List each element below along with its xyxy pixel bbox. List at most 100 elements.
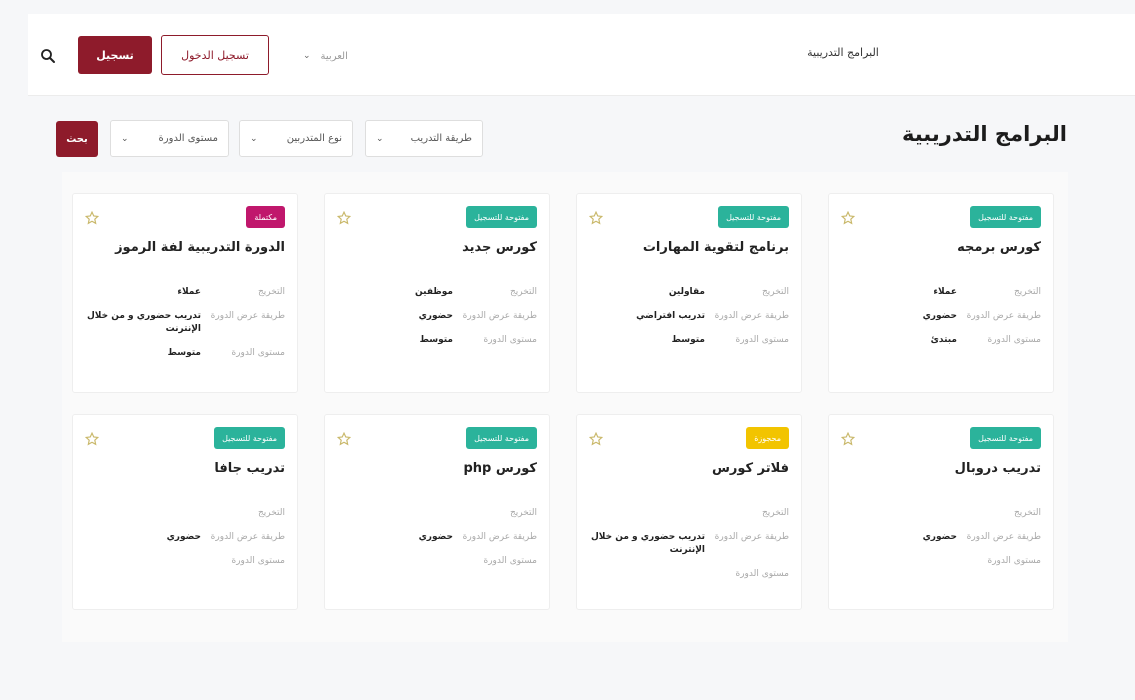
level-label: مستوى الدورة bbox=[735, 335, 790, 345]
level-label: مستوى الدورة bbox=[483, 556, 538, 566]
language-selector[interactable]: ⌄ العربية bbox=[303, 48, 348, 64]
audience-label: التخريج bbox=[761, 508, 789, 518]
star-icon[interactable] bbox=[588, 210, 604, 225]
star-icon[interactable] bbox=[84, 210, 100, 225]
level-value: متوسط bbox=[419, 335, 453, 345]
top-navigation-bar: تسجيل تسجيل الدخول ⌄ العربية البرامج الت… bbox=[28, 14, 1135, 96]
method-label: طريقة عرض الدورة bbox=[966, 311, 1041, 321]
method-value: حضوري bbox=[922, 532, 957, 542]
method-row: طريقة عرض الدورة حضوري bbox=[841, 310, 1041, 323]
level-row: مستوى الدورة متوسط bbox=[337, 334, 537, 347]
trainer-type-filter-label: نوع المتدربين bbox=[286, 133, 342, 144]
audience-row: التخريج عملاء bbox=[841, 286, 1041, 299]
method-row: طريقة عرض الدورة تدريب حضوري و من خلال ال… bbox=[85, 310, 285, 336]
course-card[interactable]: مكتملة الدورة التدريبية لفة الرموز التخر… bbox=[72, 193, 298, 393]
search-icon[interactable] bbox=[40, 48, 56, 64]
page-title: البرامج التدريبية bbox=[901, 122, 1067, 146]
level-label: مستوى الدورة bbox=[231, 556, 286, 566]
course-card[interactable]: مفتوحة للتسجيل كورس php التخريج طريقة عر… bbox=[324, 414, 550, 610]
status-badge: مكتملة bbox=[246, 206, 285, 228]
star-icon[interactable] bbox=[336, 210, 352, 225]
method-filter-select[interactable]: طريقة التدريب ⌄ bbox=[365, 120, 483, 157]
level-row: مستوى الدورة متوسط bbox=[85, 347, 285, 360]
method-row: طريقة عرض الدورة حضوري bbox=[841, 531, 1041, 544]
status-badge: مفتوحة للتسجيل bbox=[718, 206, 789, 228]
login-button[interactable]: تسجيل الدخول bbox=[161, 35, 269, 75]
status-badge: مفتوحة للتسجيل bbox=[970, 427, 1041, 449]
method-label: طريقة عرض الدورة bbox=[714, 311, 789, 321]
status-badge: مفتوحة للتسجيل bbox=[466, 427, 537, 449]
audience-row: التخريج bbox=[85, 507, 285, 520]
method-value: تدريب افتراضي bbox=[636, 311, 705, 321]
star-icon[interactable] bbox=[336, 431, 352, 446]
trainer-type-filter-select[interactable]: نوع المتدربين ⌄ bbox=[239, 120, 353, 157]
level-label: مستوى الدورة bbox=[987, 556, 1042, 566]
course-card[interactable]: مفتوحة للتسجيل كورس برمجه التخريج عملاء ط… bbox=[828, 193, 1054, 393]
audience-label: التخريج bbox=[509, 508, 537, 518]
course-title[interactable]: تدريب دروبال bbox=[839, 461, 1041, 476]
audience-value: عملاء bbox=[933, 287, 957, 297]
star-icon[interactable] bbox=[840, 431, 856, 446]
method-label: طريقة عرض الدورة bbox=[210, 532, 285, 542]
audience-row: التخريج عملاء bbox=[85, 286, 285, 299]
course-title[interactable]: كورس جديد bbox=[335, 240, 537, 255]
course-title[interactable]: برنامج لتقوية المهارات bbox=[587, 240, 789, 255]
status-badge: مفتوحة للتسجيل bbox=[466, 206, 537, 228]
audience-label: التخريج bbox=[1013, 287, 1041, 297]
method-label: طريقة عرض الدورة bbox=[462, 311, 537, 321]
status-badge: مفتوحة للتسجيل bbox=[214, 427, 285, 449]
star-icon[interactable] bbox=[588, 431, 604, 446]
filter-search-button[interactable]: بحث bbox=[56, 121, 98, 157]
method-label: طريقة عرض الدورة bbox=[210, 311, 285, 321]
audience-label: التخريج bbox=[509, 287, 537, 297]
status-badge: محجوزة bbox=[746, 427, 789, 449]
course-card[interactable]: محجوزة فلاتر كورس التخريج طريقة عرض الدو… bbox=[576, 414, 802, 610]
star-icon[interactable] bbox=[840, 210, 856, 225]
nav-training-programs[interactable]: البرامج التدريبية bbox=[773, 46, 913, 59]
level-filter-select[interactable]: مستوى الدورة ⌄ bbox=[110, 120, 229, 157]
chevron-down-icon: ⌄ bbox=[121, 133, 129, 144]
level-label: مستوى الدورة bbox=[987, 335, 1042, 345]
course-title[interactable]: كورس برمجه bbox=[839, 240, 1041, 255]
level-row: مستوى الدورة مبتدئ bbox=[841, 334, 1041, 347]
method-row: طريقة عرض الدورة حضوري bbox=[85, 531, 285, 544]
course-title[interactable]: الدورة التدريبية لفة الرموز bbox=[83, 240, 285, 255]
level-label: مستوى الدورة bbox=[483, 335, 538, 345]
audience-value: مقاولين bbox=[668, 287, 705, 297]
course-card[interactable]: مفتوحة للتسجيل برنامج لتقوية المهارات ال… bbox=[576, 193, 802, 393]
method-value: حضوري bbox=[922, 311, 957, 321]
level-row: مستوى الدورة bbox=[841, 555, 1042, 568]
method-value: حضوري bbox=[418, 311, 453, 321]
audience-label: التخريج bbox=[761, 287, 789, 297]
course-card[interactable]: مفتوحة للتسجيل تدريب دروبال التخريج طريق… bbox=[828, 414, 1054, 610]
level-value: مبتدئ bbox=[930, 335, 957, 345]
method-value: حضوري bbox=[418, 532, 453, 542]
register-button[interactable]: تسجيل bbox=[78, 36, 152, 74]
audience-label: التخريج bbox=[257, 287, 285, 297]
chevron-down-icon: ⌄ bbox=[250, 133, 258, 144]
audience-row: التخريج موظفين bbox=[337, 286, 537, 299]
star-icon[interactable] bbox=[84, 431, 100, 446]
method-row: طريقة عرض الدورة حضوري bbox=[337, 531, 537, 544]
method-value: حضوري bbox=[166, 532, 201, 542]
course-card[interactable]: مفتوحة للتسجيل تدريب جافا التخريج طريقة … bbox=[72, 414, 298, 610]
level-value: متوسط bbox=[671, 335, 705, 345]
course-card[interactable]: مفتوحة للتسجيل كورس جديد التخريج موظفين ط… bbox=[324, 193, 550, 393]
method-row: طريقة عرض الدورة حضوري bbox=[337, 310, 537, 323]
status-badge: مفتوحة للتسجيل bbox=[970, 206, 1041, 228]
audience-row: التخريج مقاولين bbox=[589, 286, 789, 299]
level-row: مستوى الدورة bbox=[85, 555, 286, 568]
audience-label: التخريج bbox=[257, 508, 285, 518]
chevron-down-icon: ⌄ bbox=[376, 133, 384, 144]
course-title[interactable]: فلاتر كورس bbox=[587, 461, 789, 476]
audience-value: موظفين bbox=[415, 287, 453, 297]
course-title[interactable]: تدريب جافا bbox=[83, 461, 285, 476]
level-row: مستوى الدورة bbox=[589, 568, 790, 581]
audience-value: عملاء bbox=[177, 287, 201, 297]
method-label: طريقة عرض الدورة bbox=[966, 532, 1041, 542]
level-label: مستوى الدورة bbox=[735, 569, 790, 579]
chevron-down-icon: ⌄ bbox=[303, 51, 311, 61]
level-value: متوسط bbox=[167, 348, 201, 358]
audience-row: التخريج bbox=[337, 507, 537, 520]
course-title[interactable]: كورس php bbox=[335, 461, 537, 476]
